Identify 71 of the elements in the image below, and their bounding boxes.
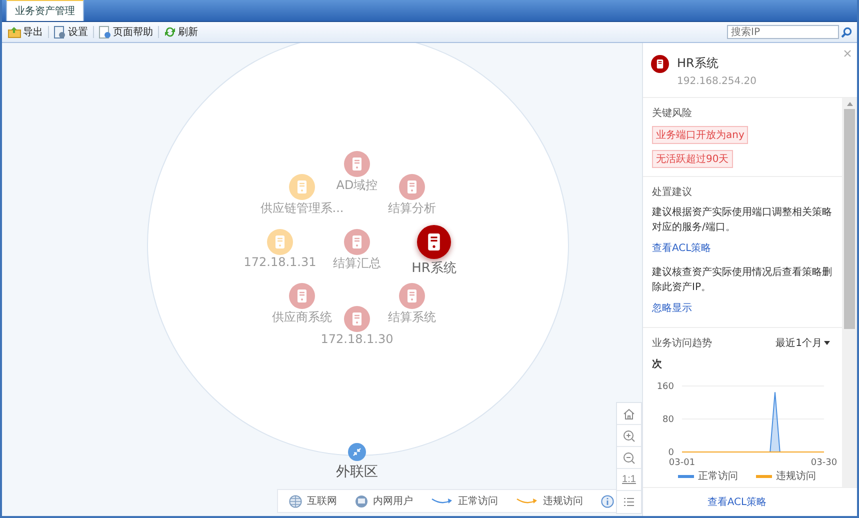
search-field[interactable]: 搜索IP — [727, 25, 839, 39]
node-label: HR系统 — [412, 260, 456, 277]
document-help-icon — [99, 26, 111, 38]
search-button[interactable] — [839, 26, 854, 38]
section-title: 处置建议 — [652, 186, 692, 199]
scrollbar-thumb[interactable] — [844, 109, 855, 329]
y-tick-label: 0 — [668, 448, 674, 458]
server-node-icon[interactable] — [344, 306, 370, 332]
section-title: 关键风险 — [652, 106, 692, 120]
legend-label: 正常访问 — [458, 494, 498, 508]
zoom-out-icon — [623, 452, 635, 464]
home-icon — [623, 408, 635, 420]
zoom-in-icon — [623, 430, 635, 442]
close-icon[interactable] — [844, 50, 851, 57]
node-label: 供应商系统 — [272, 309, 332, 326]
section-title: 业务访问趋势 — [652, 336, 712, 350]
advice-text: 建议根据资产实际使用端口调整相关策略对应的服务/端口。 — [652, 206, 833, 235]
axis-unit-label: 次 — [652, 358, 662, 371]
info-icon[interactable] — [601, 494, 614, 508]
toolbar-button[interactable]: 导出 — [5, 25, 46, 39]
x-tick-label: 03-30 — [810, 458, 838, 466]
legend-swatch — [678, 474, 694, 478]
legend-label: 违规访问 — [543, 494, 583, 508]
globe-icon — [289, 494, 302, 508]
legend-label: 内网用户 — [373, 494, 413, 508]
server-node-icon[interactable] — [289, 174, 315, 200]
server-node-icon[interactable] — [344, 229, 370, 255]
node-label: 结算系统 — [388, 309, 436, 326]
legend-label: 违规访问 — [776, 470, 816, 483]
caret-icon — [824, 341, 830, 345]
range-dropdown[interactable]: 最近1个月 — [776, 336, 834, 350]
asset-title: HR系统 — [677, 55, 720, 72]
server-node-icon[interactable] — [399, 174, 425, 200]
toolbar-button[interactable]: 刷新 — [161, 25, 201, 39]
y-tick-label: 160 — [656, 382, 674, 392]
node-label: 供应链管理系... — [260, 200, 344, 217]
advice-link[interactable]: 查看ACL策略 — [652, 241, 712, 255]
asset-ip: 192.168.254.20 — [677, 76, 757, 87]
zone-label: 外联区 — [336, 463, 378, 481]
node-label: 172.18.1.31 — [244, 255, 316, 269]
advice-text: 建议核查资产实际使用情况后查看策略删除此资产IP。 — [652, 266, 833, 295]
node-label: AD域控 — [336, 177, 378, 194]
refresh-icon — [164, 26, 176, 38]
risk-tag: 业务端口开放为any — [652, 126, 748, 144]
risk-tag: 无活跃超过90天 — [652, 150, 733, 168]
server-node-icon[interactable] — [289, 283, 315, 309]
footer-link[interactable]: 查看ACL策略 — [707, 495, 767, 509]
server-node-icon[interactable] — [267, 229, 293, 255]
scroll-up-icon[interactable] — [846, 102, 852, 106]
server-node-icon[interactable] — [399, 283, 425, 309]
server-node-icon[interactable] — [417, 225, 451, 259]
scrollbar[interactable] — [842, 98, 857, 487]
legend-label: 互联网 — [307, 495, 337, 508]
monitor-icon — [355, 494, 368, 508]
node-label: 结算汇总 — [333, 255, 381, 272]
server-node-icon[interactable] — [344, 151, 370, 177]
collapse-arrows-icon[interactable] — [348, 443, 366, 461]
tab[interactable]: 业务资产管理 — [6, 0, 84, 21]
legend-label: 正常访问 — [698, 470, 738, 483]
y-tick-label: 80 — [662, 415, 674, 425]
folder-arrow-icon — [8, 26, 21, 38]
x-tick-label: 03-01 — [668, 458, 696, 466]
legend-swatch — [756, 474, 772, 478]
toolbar-button[interactable]: 设置 — [51, 25, 91, 39]
list-icon — [623, 497, 635, 507]
node-label: 结算分析 — [388, 200, 436, 217]
server-icon — [651, 55, 669, 73]
toolbar-button[interactable]: 页面帮助 — [96, 25, 156, 39]
node-label: 172.18.1.30 — [320, 332, 394, 346]
advice-link[interactable]: 忽略显示 — [652, 301, 692, 315]
search-icon — [841, 26, 852, 38]
